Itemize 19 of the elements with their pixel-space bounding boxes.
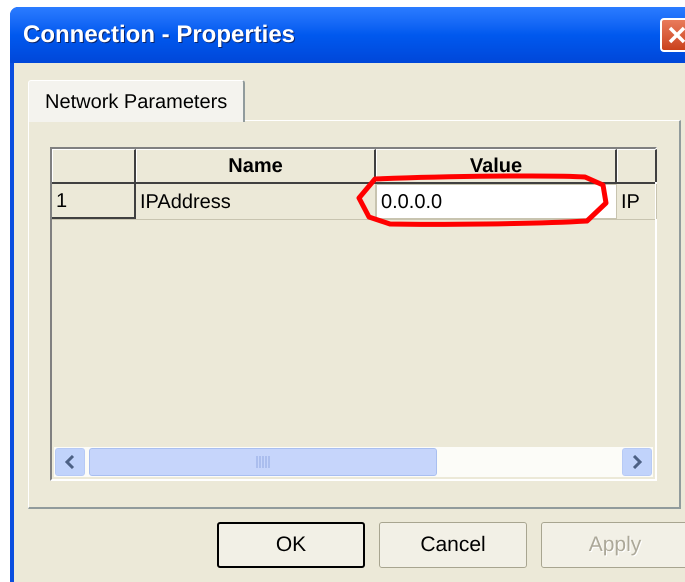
close-icon	[667, 25, 685, 45]
dialog-button[interactable]: Cancel	[379, 522, 527, 568]
column-header: Value	[376, 149, 617, 182]
tab[interactable]: Network Parameters	[28, 80, 246, 122]
window-title: Connection - Properties	[23, 20, 296, 50]
grip-icon	[256, 456, 270, 468]
value-field[interactable]: 0.0.0.0	[376, 184, 617, 219]
column-header: Name	[136, 149, 376, 182]
horizontal-scrollbar[interactable]	[54, 447, 653, 477]
column-header	[617, 149, 657, 182]
scroll-right-button[interactable]	[622, 448, 652, 476]
close-button[interactable]	[660, 18, 685, 52]
table-cell: 1	[52, 184, 136, 219]
chevron-right-icon	[631, 455, 643, 469]
scrollbar-thumb[interactable]	[89, 448, 437, 476]
table-cell: IP	[617, 184, 657, 219]
dialog-button[interactable]: OK	[217, 522, 365, 568]
scroll-left-button[interactable]	[55, 448, 85, 476]
chevron-left-icon	[64, 455, 76, 469]
